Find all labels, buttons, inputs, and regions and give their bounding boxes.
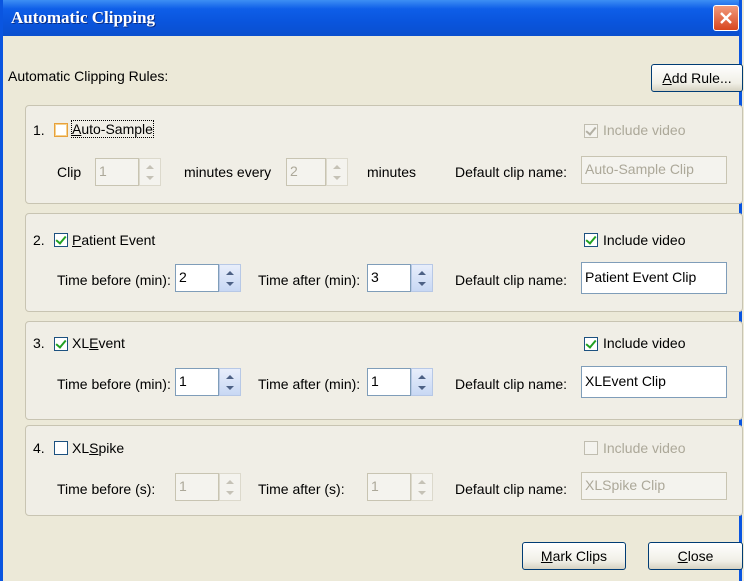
rule-name-prefix: XL (72, 335, 90, 351)
default-clip-name-input-patient-event[interactable]: Patient Event Clip (581, 262, 727, 294)
dialog-window: Automatic Clipping Automatic Clipping Ru… (0, 0, 743, 581)
spin-up-icon (146, 165, 154, 169)
every-minutes-input[interactable]: 2 (286, 158, 326, 186)
clip-minutes-spinner[interactable] (139, 158, 161, 186)
spin-down-icon (333, 176, 341, 180)
window-title: Automatic Clipping (11, 8, 156, 27)
spin-up-icon (226, 480, 234, 484)
time-after-label: Time after (min): (258, 376, 361, 392)
spin-up-icon (418, 375, 426, 379)
close-window-button[interactable] (713, 5, 739, 31)
rule-number: 4. (33, 440, 45, 456)
default-clip-name-label: Default clip name: (455, 164, 568, 180)
time-before-input-xlevent[interactable]: 1 (175, 368, 219, 396)
rule-name-rest: pike (98, 440, 125, 456)
default-clip-name-input-xlevent[interactable]: XLEvent Clip (581, 366, 727, 398)
time-after-spinner[interactable] (411, 368, 433, 396)
default-clip-name-label: Default clip name: (455, 481, 568, 497)
rule-name-mnemonic: A (72, 121, 82, 137)
add-rule-label: dd Rule... (671, 70, 732, 86)
clip-minutes-input[interactable]: 1 (95, 158, 139, 186)
spin-down-icon (226, 386, 234, 390)
default-clip-name-label: Default clip name: (455, 272, 568, 288)
rule-name-xlevent[interactable]: XLEvent (72, 335, 125, 351)
include-video-checkbox-xlspike[interactable] (584, 441, 598, 455)
rule-number: 3. (33, 335, 45, 351)
close-label: lose (687, 548, 714, 564)
rule-enable-checkbox-auto-sample[interactable] (54, 123, 68, 137)
include-video-label: Include video (603, 232, 686, 248)
spin-up-icon (333, 165, 341, 169)
rule-name-xlspike[interactable]: XLSpike (72, 440, 124, 456)
rule-name-rest: atient Event (81, 232, 156, 248)
spin-down-icon (418, 282, 426, 286)
rule-enable-checkbox-xlspike[interactable] (54, 441, 68, 455)
rule-name-auto-sample[interactable]: Auto-Sample (71, 120, 154, 138)
close-mnemonic: C (677, 548, 688, 564)
spin-down-icon (418, 386, 426, 390)
spin-up-icon (418, 480, 426, 484)
rule-number: 2. (33, 232, 45, 248)
time-before-label: Time before (min): (57, 376, 171, 392)
rule-name-rest: vent (98, 335, 125, 351)
spin-up-icon (418, 271, 426, 275)
minutes-every-label: minutes every (184, 164, 272, 180)
rule-name-prefix: XL (72, 440, 90, 456)
default-clip-name-input-xlspike[interactable]: XLSpike Clip (581, 472, 727, 500)
time-after-label: Time after (min): (258, 272, 361, 288)
add-rule-mnemonic: A (662, 70, 672, 86)
include-video-checkbox-xlevent[interactable] (584, 337, 598, 351)
include-video-label: Include video (603, 335, 686, 351)
rule-group-auto-sample (25, 105, 743, 204)
every-minutes-spinner[interactable] (326, 158, 348, 186)
rule-name-rest: uto-Sample (81, 121, 153, 137)
spin-down-icon (226, 282, 234, 286)
time-after-input-xlspike[interactable]: 1 (367, 473, 411, 501)
include-video-label: Include video (603, 122, 686, 138)
default-clip-name-input-auto-sample[interactable]: Auto-Sample Clip (581, 156, 727, 184)
minutes-label: minutes (367, 164, 417, 180)
add-rule-button[interactable]: Add Rule... (651, 64, 743, 92)
close-button[interactable]: Close (648, 542, 743, 570)
rule-name-mnemonic: P (72, 232, 82, 248)
rule-number: 1. (33, 122, 45, 138)
time-before-spinner[interactable] (219, 368, 241, 396)
default-clip-name-label: Default clip name: (455, 376, 568, 392)
include-video-label: Include video (603, 440, 686, 456)
mark-clips-mnemonic: M (540, 548, 553, 564)
close-icon (720, 12, 732, 24)
time-after-input-xlevent[interactable]: 1 (367, 368, 411, 396)
time-before-label: Time before (s): (57, 481, 156, 497)
time-before-spinner[interactable] (219, 473, 241, 501)
spin-down-icon (418, 491, 426, 495)
include-video-checkbox-auto-sample[interactable] (584, 124, 598, 138)
time-after-input-patient-event[interactable]: 3 (367, 264, 411, 292)
spin-up-icon (226, 375, 234, 379)
time-before-input-patient-event[interactable]: 2 (175, 264, 219, 292)
spin-down-icon (146, 176, 154, 180)
time-after-spinner[interactable] (411, 473, 433, 501)
rules-heading: Automatic Clipping Rules: (8, 68, 169, 84)
spin-up-icon (226, 271, 234, 275)
time-before-spinner[interactable] (219, 264, 241, 292)
spin-down-icon (226, 491, 234, 495)
rule-group-xlspike (25, 425, 743, 516)
rule-enable-checkbox-patient-event[interactable] (54, 233, 68, 247)
time-before-label: Time before (min): (57, 272, 171, 288)
time-after-spinner[interactable] (411, 264, 433, 292)
mark-clips-label: ark Clips (552, 548, 608, 564)
title-bar[interactable]: Automatic Clipping (3, 0, 739, 36)
time-after-label: Time after (s): (258, 481, 345, 497)
time-before-input-xlspike[interactable]: 1 (175, 473, 219, 501)
clip-label: Clip (57, 164, 82, 180)
include-video-checkbox-patient-event[interactable] (584, 233, 598, 247)
rule-name-patient-event[interactable]: Patient Event (72, 232, 155, 248)
rule-enable-checkbox-xlevent[interactable] (54, 337, 68, 351)
mark-clips-button[interactable]: Mark Clips (522, 542, 626, 570)
